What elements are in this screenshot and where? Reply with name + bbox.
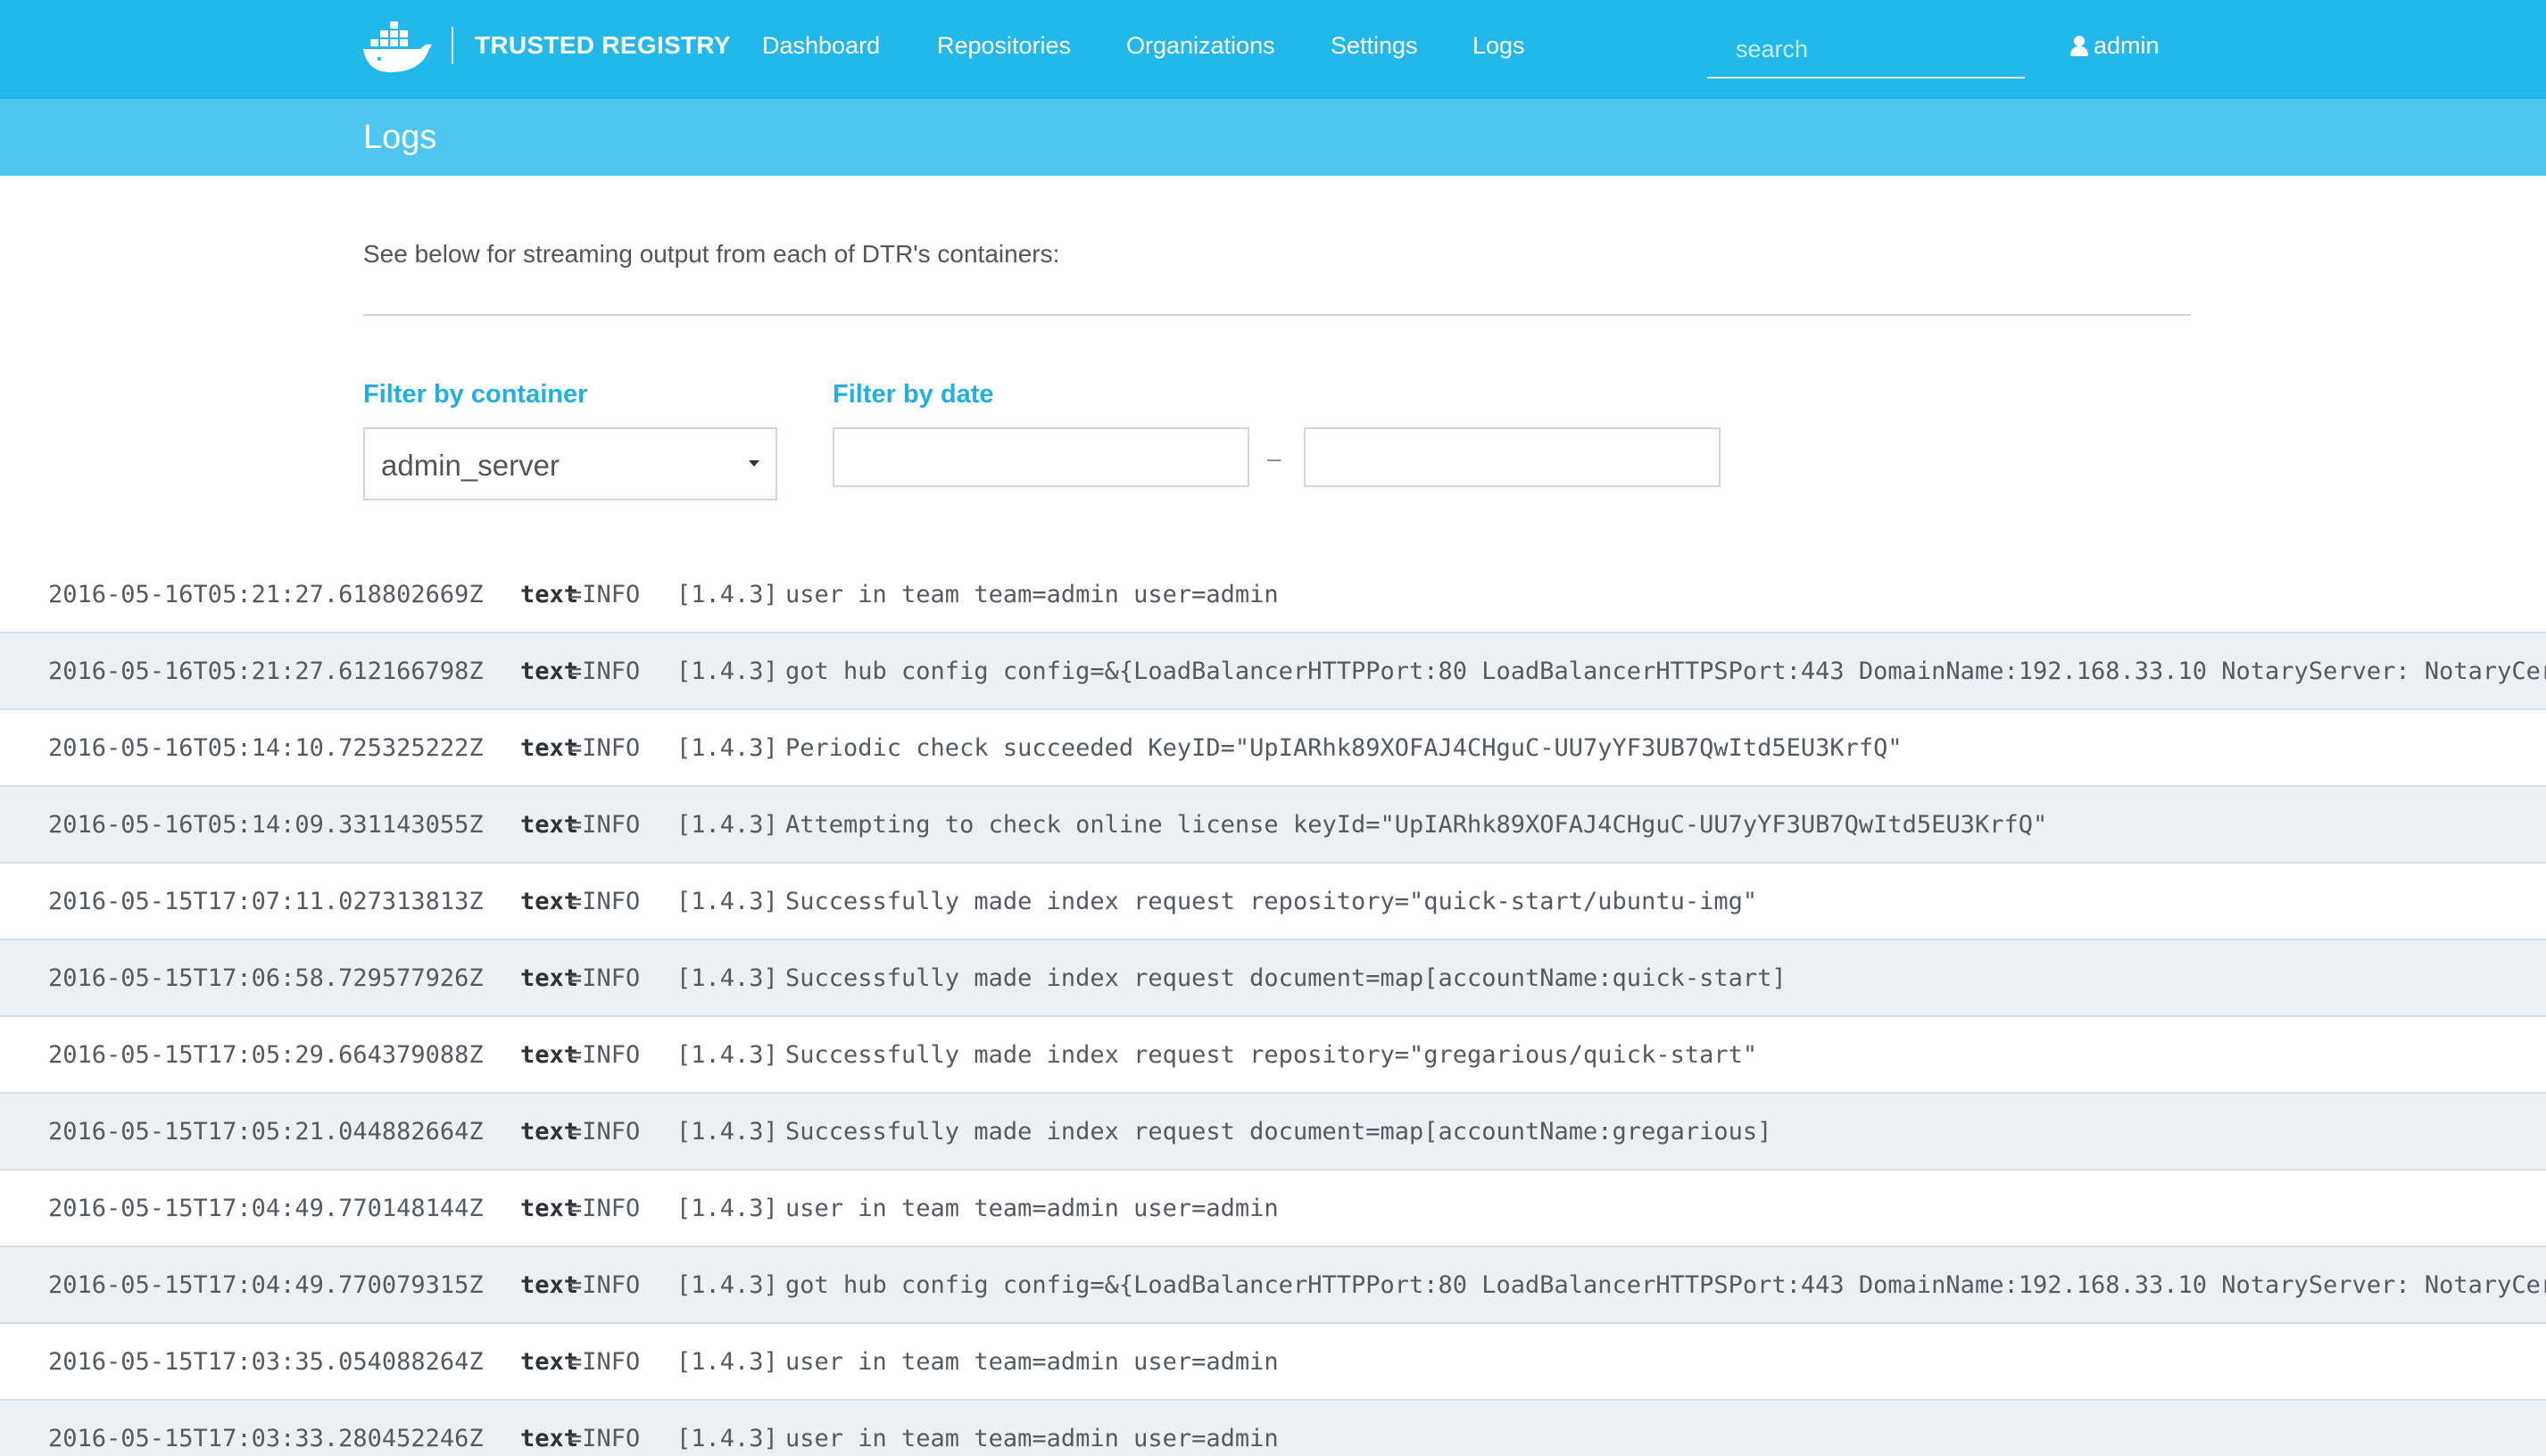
log-row: 2016-05-15T17:03:35.054088264Z text =INF… xyxy=(0,1324,2546,1401)
log-timestamp: 2016-05-16T05:21:27.618802669Z xyxy=(48,581,484,608)
intro-text: See below for streaming output from each… xyxy=(363,240,1060,268)
log-level: =INFO xyxy=(568,734,641,762)
log-message: user in team team=admin user=admin xyxy=(785,1348,1279,1376)
log-level: =INFO xyxy=(568,581,641,608)
log-row: 2016-05-16T05:21:27.618802669Z text =INF… xyxy=(0,557,2546,633)
log-version: [1.4.3] xyxy=(676,1425,778,1452)
log-version: [1.4.3] xyxy=(676,811,778,839)
log-row: 2016-05-15T17:03:33.280452246Z text =INF… xyxy=(0,1401,2546,1456)
log-version: [1.4.3] xyxy=(676,964,778,992)
log-version: [1.4.3] xyxy=(676,1118,778,1146)
log-row: 2016-05-15T17:05:21.044882664Z text =INF… xyxy=(0,1094,2546,1171)
docker-whale-icon[interactable] xyxy=(361,20,436,75)
log-message: Attempting to check online license keyId… xyxy=(785,811,2048,839)
log-level: =INFO xyxy=(568,964,641,992)
brand-title[interactable]: TRUSTED REGISTRY xyxy=(475,29,731,62)
log-timestamp: 2016-05-15T17:05:21.044882664Z xyxy=(48,1118,484,1146)
page-title: Logs xyxy=(363,119,437,156)
divider xyxy=(363,314,2191,316)
nav-repositories[interactable]: Repositories xyxy=(937,29,1071,62)
page-header: Logs xyxy=(0,99,2546,176)
search-input[interactable] xyxy=(1734,32,2023,66)
log-level: =INFO xyxy=(568,1195,641,1222)
log-row: 2016-05-15T17:06:58.729577926Z text =INF… xyxy=(0,940,2546,1017)
log-level: =INFO xyxy=(568,1041,641,1069)
user-name: admin xyxy=(2094,31,2160,59)
log-row: 2016-05-16T05:14:09.331143055Z text =INF… xyxy=(0,787,2546,864)
date-to-input[interactable] xyxy=(1304,427,1721,487)
log-version: [1.4.3] xyxy=(676,581,778,608)
log-version: [1.4.3] xyxy=(676,658,778,685)
log-level: =INFO xyxy=(568,888,641,915)
log-row: 2016-05-15T17:04:49.770079315Z text =INF… xyxy=(0,1247,2546,1324)
log-message: got hub config config=&{LoadBalancerHTTP… xyxy=(785,658,2546,685)
top-navbar: TRUSTED REGISTRY Dashboard Repositories … xyxy=(0,0,2546,99)
log-timestamp: 2016-05-16T05:14:09.331143055Z xyxy=(48,811,484,839)
log-timestamp: 2016-05-15T17:06:58.729577926Z xyxy=(48,964,484,992)
log-version: [1.4.3] xyxy=(676,1271,778,1299)
log-message: user in team team=admin user=admin xyxy=(785,1425,1279,1452)
nav-organizations[interactable]: Organizations xyxy=(1126,29,1275,62)
log-level: =INFO xyxy=(568,658,641,685)
log-level: =INFO xyxy=(568,1425,641,1452)
log-message: user in team team=admin user=admin xyxy=(785,1195,1279,1222)
user-icon xyxy=(2070,36,2088,56)
log-message: Successfully made index request reposito… xyxy=(785,1041,1758,1069)
date-range-separator: – xyxy=(1267,444,1281,472)
log-row: 2016-05-15T17:07:11.027313813Z text =INF… xyxy=(0,864,2546,940)
log-row: 2016-05-15T17:04:49.770148144Z text =INF… xyxy=(0,1171,2546,1247)
log-timestamp: 2016-05-16T05:21:27.612166798Z xyxy=(48,658,484,685)
log-version: [1.4.3] xyxy=(676,1348,778,1376)
date-filter-label: Filter by date xyxy=(833,380,994,409)
log-row: 2016-05-16T05:21:27.612166798Z text =INF… xyxy=(0,633,2546,710)
log-level: =INFO xyxy=(568,811,641,839)
log-message: Successfully made index request document… xyxy=(785,1118,1772,1146)
date-from-input[interactable] xyxy=(833,427,1249,487)
log-level: =INFO xyxy=(568,1118,641,1146)
log-message: Successfully made index request reposito… xyxy=(785,888,1758,915)
log-level: =INFO xyxy=(568,1271,641,1299)
nav-logs[interactable]: Logs xyxy=(1472,29,1525,62)
log-message: user in team team=admin user=admin xyxy=(785,581,1279,608)
log-timestamp: 2016-05-16T05:14:10.725325222Z xyxy=(48,734,484,762)
log-version: [1.4.3] xyxy=(676,888,778,915)
nav-dashboard[interactable]: Dashboard xyxy=(762,29,880,62)
log-timestamp: 2016-05-15T17:03:33.280452246Z xyxy=(48,1425,484,1452)
container-select-value: admin_server xyxy=(381,449,560,482)
log-list[interactable]: 2016-05-16T05:21:27.618802669Z text =INF… xyxy=(0,557,2546,1456)
log-row: 2016-05-15T17:05:29.664379088Z text =INF… xyxy=(0,1017,2546,1094)
log-level: =INFO xyxy=(568,1348,641,1376)
log-message: Successfully made index request document… xyxy=(785,964,1787,992)
log-message: got hub config config=&{LoadBalancerHTTP… xyxy=(785,1271,2546,1299)
search-box xyxy=(1707,20,2025,79)
log-timestamp: 2016-05-15T17:03:35.054088264Z xyxy=(48,1348,484,1376)
log-version: [1.4.3] xyxy=(676,734,778,762)
log-row: 2016-05-16T05:14:10.725325222Z text =INF… xyxy=(0,710,2546,787)
log-message: Periodic check succeeded KeyID="UpIARhk8… xyxy=(785,734,1903,762)
log-timestamp: 2016-05-15T17:07:11.027313813Z xyxy=(48,888,484,915)
log-timestamp: 2016-05-15T17:04:49.770079315Z xyxy=(48,1271,484,1299)
log-timestamp: 2016-05-15T17:04:49.770148144Z xyxy=(48,1195,484,1222)
caret-down-icon xyxy=(749,460,759,467)
container-select[interactable]: admin_server xyxy=(363,427,777,500)
log-timestamp: 2016-05-15T17:05:29.664379088Z xyxy=(48,1041,484,1069)
brand-divider xyxy=(452,27,453,64)
nav-settings[interactable]: Settings xyxy=(1331,29,1418,62)
user-menu[interactable]: admin xyxy=(2070,29,2160,62)
log-version: [1.4.3] xyxy=(676,1041,778,1069)
log-version: [1.4.3] xyxy=(676,1195,778,1222)
container-filter-label: Filter by container xyxy=(363,380,588,409)
